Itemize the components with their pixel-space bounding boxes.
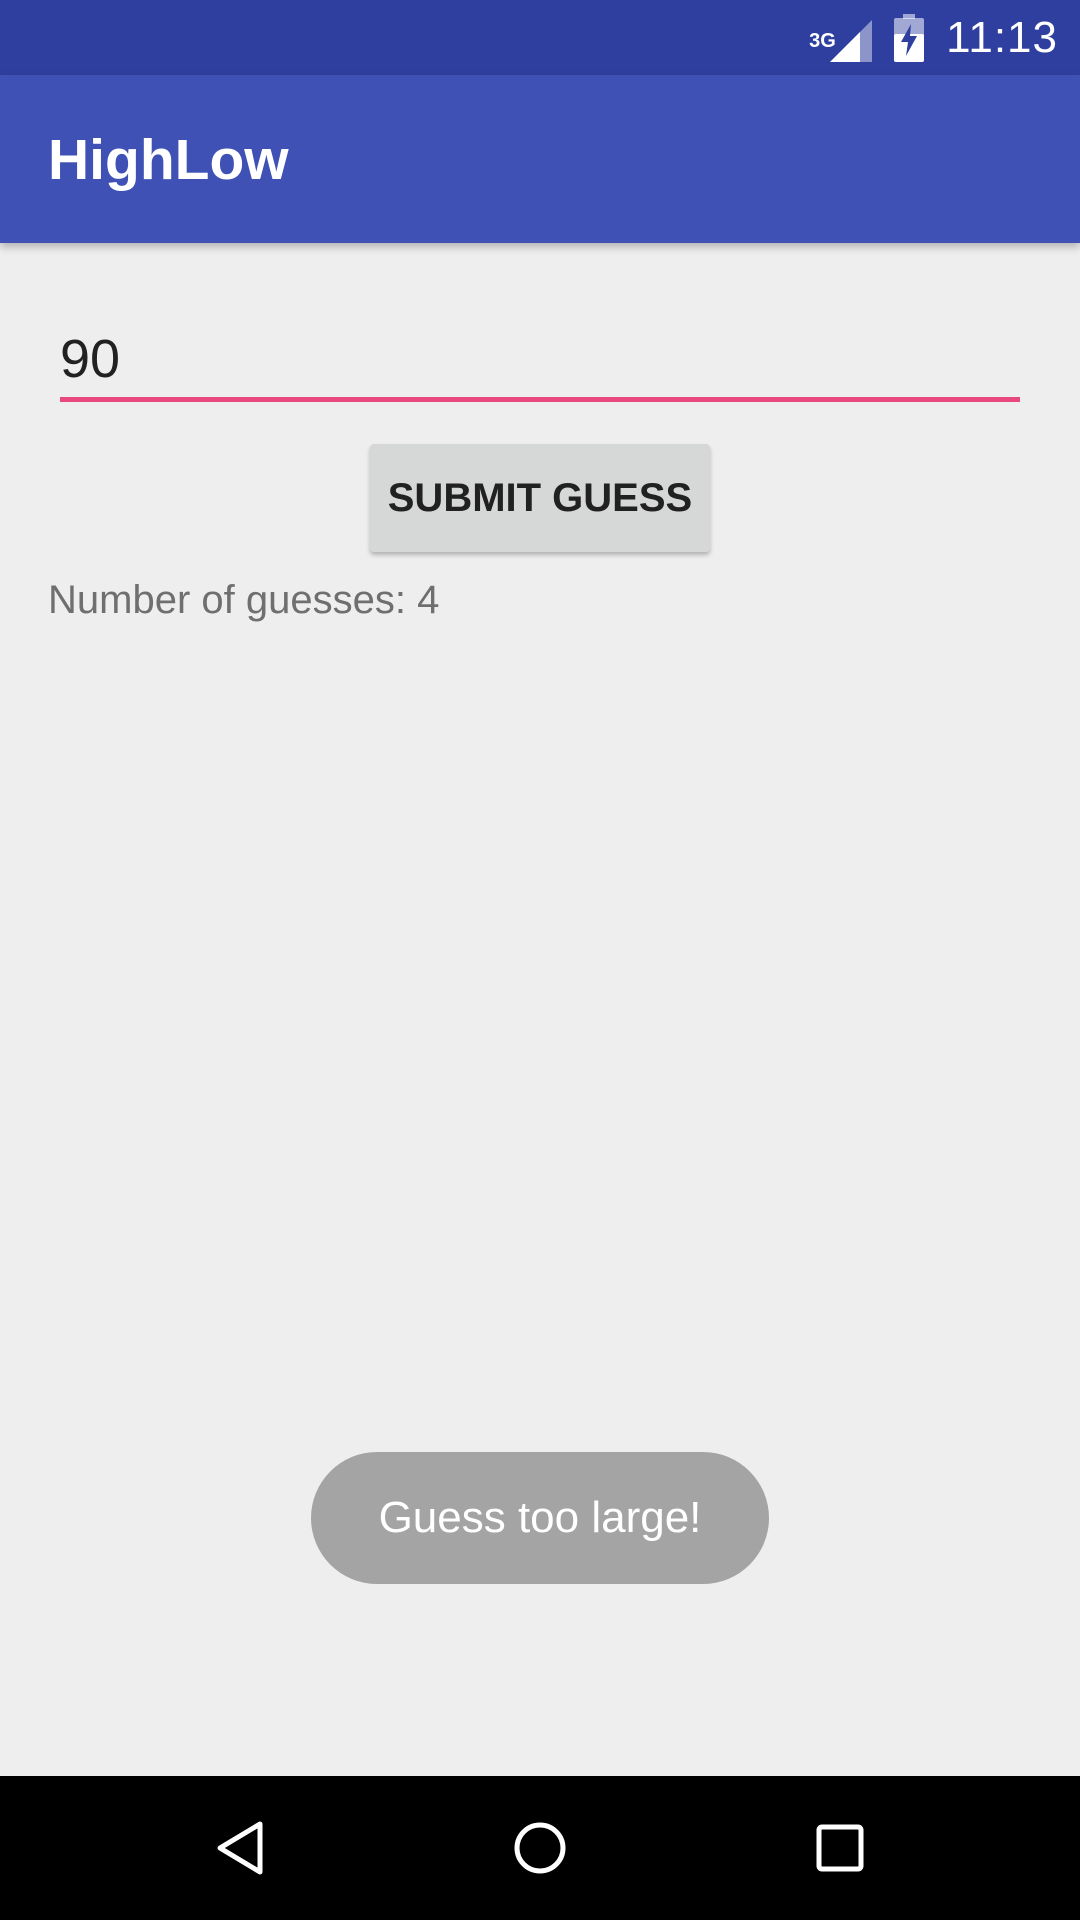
toast: Guess too large! — [311, 1452, 769, 1584]
status-bar: 3G 11:13 — [0, 0, 1080, 75]
screen: 3G 11:13 HighLow SUBMIT GUESS Number — [0, 0, 1080, 1920]
back-button[interactable] — [160, 1776, 320, 1920]
home-button[interactable] — [460, 1776, 620, 1920]
app-bar: HighLow — [0, 75, 1080, 243]
recents-button[interactable] — [760, 1776, 920, 1920]
guess-input[interactable] — [60, 320, 1020, 402]
battery-charging-icon — [894, 13, 925, 62]
toast-message: Guess too large! — [378, 1493, 702, 1542]
status-clock: 11:13 — [946, 12, 1058, 62]
app-title: HighLow — [48, 128, 289, 192]
guess-count-label: Number of guesses: 4 — [48, 578, 440, 622]
home-icon — [514, 1822, 566, 1874]
back-icon — [217, 1821, 263, 1875]
submit-guess-button[interactable]: SUBMIT GUESS — [370, 444, 710, 552]
status-icons: 3G 11:13 — [809, 0, 1058, 75]
navigation-bar — [0, 1776, 1080, 1920]
recents-icon — [816, 1824, 864, 1872]
signal-icon: 3G — [809, 14, 873, 62]
